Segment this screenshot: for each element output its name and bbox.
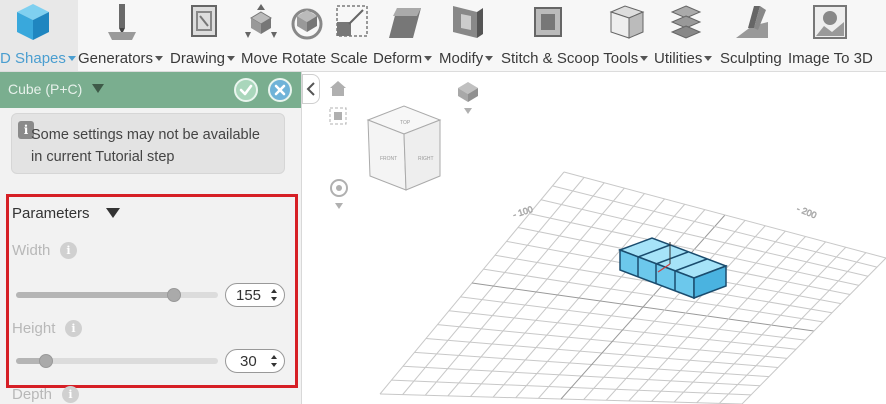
toolbar-utilities-label: Utilities — [654, 50, 713, 67]
height-stepper[interactable]: 30 — [225, 349, 285, 373]
panel-title: Cube (P+C) — [8, 81, 83, 97]
view-cube[interactable]: TOP FRONT RIGHT — [366, 105, 442, 191]
tool-settings-panel: Cube (P+C) i Some settings may not be av… — [0, 72, 302, 404]
confirm-button[interactable] — [234, 78, 258, 102]
toolbar-drawing[interactable]: Drawing — [170, 0, 240, 71]
toolbar-image-to-3d[interactable]: Image To 3D — [788, 0, 886, 71]
sculpting-icon — [736, 6, 768, 38]
toolbar-stitch-scoop[interactable]: Stitch & Scoop Tools — [501, 0, 651, 71]
height-info-icon[interactable]: i — [65, 320, 82, 337]
axis-label-left: - 100 — [512, 204, 535, 220]
cancel-button[interactable] — [268, 78, 292, 102]
panel-collapse-caret-icon[interactable] — [92, 84, 104, 93]
toolbar-move-rotate-scale[interactable]: Move Rotate Scale — [241, 0, 371, 71]
rotate-icon — [291, 8, 323, 40]
toolbar-3d-shapes[interactable]: D Shapes — [0, 0, 78, 71]
width-slider[interactable] — [16, 288, 218, 302]
chevron-left-icon — [306, 82, 315, 96]
drawing-icon — [191, 5, 217, 37]
generators-icon — [108, 4, 136, 40]
perspective-icon[interactable] — [458, 82, 478, 114]
width-value: 155 — [236, 287, 262, 304]
width-slider-fill — [16, 292, 174, 298]
toolbar-modify[interactable]: Modify — [439, 0, 499, 71]
width-stepper[interactable]: 155 — [225, 283, 285, 307]
close-icon — [274, 84, 286, 96]
utilities-icon — [670, 5, 702, 39]
fit-view-icon[interactable] — [329, 107, 347, 125]
toolbar-modify-label: Modify — [439, 50, 494, 67]
toolbar-deform-label: Deform — [373, 50, 433, 67]
deform-icon — [389, 8, 421, 38]
cube-object[interactable] — [617, 237, 729, 300]
width-slider-thumb[interactable] — [166, 288, 181, 302]
height-slider[interactable] — [16, 354, 218, 368]
toolbar-stitch-scoop-label: Stitch & Scoop Tools — [501, 50, 649, 67]
axis-label-right: - 200 — [795, 204, 818, 221]
modify-icon — [453, 6, 483, 38]
width-label: Width — [12, 242, 51, 259]
stepper-arrows-icon[interactable] — [270, 353, 278, 369]
height-value: 30 — [240, 353, 257, 370]
toolbar-generators-label: Generators — [78, 50, 164, 67]
main-toolbar: D Shapes Generators Drawing Move Rotate … — [0, 0, 886, 72]
check-icon — [239, 84, 253, 96]
toolbar-generators[interactable]: Generators — [78, 0, 169, 71]
cube-icon — [17, 4, 49, 40]
toolbar-utilities[interactable]: Utilities — [654, 0, 720, 71]
tutorial-notice: i Some settings may not be available in … — [11, 113, 285, 174]
depth-label: Depth — [12, 386, 53, 403]
ground-grid — [379, 171, 886, 404]
toolbar-3d-shapes-label: D Shapes — [0, 50, 76, 67]
height-label: Height — [12, 320, 56, 337]
view-cube-front-label: FRONT — [380, 156, 397, 162]
grid-line — [552, 185, 878, 268]
depth-info-icon[interactable]: i — [62, 386, 79, 403]
toolbar-move-rotate-scale-label: Move Rotate Scale — [241, 50, 368, 67]
image-to-3d-icon — [813, 5, 847, 39]
home-view-icon[interactable] — [330, 81, 346, 96]
toolbar-sculpting-label: Sculpting — [720, 50, 782, 67]
move-icon — [245, 4, 277, 38]
toolbar-deform[interactable]: Deform — [373, 0, 437, 71]
toolbar-sculpting[interactable]: Sculpting — [720, 0, 788, 71]
scale-icon — [336, 5, 368, 37]
toolbar-drawing-label: Drawing — [170, 50, 236, 67]
grid-line — [563, 171, 886, 259]
scoop-icon — [609, 5, 645, 39]
collapse-panel-button[interactable] — [302, 74, 320, 104]
panel-header: Cube (P+C) — [0, 72, 301, 108]
parameters-title: Parameters — [12, 205, 90, 222]
view-cube-right-label: RIGHT — [418, 156, 434, 162]
toolbar-image-to-3d-label: Image To 3D — [788, 50, 873, 67]
grid-line — [719, 252, 867, 404]
width-info-icon[interactable]: i — [60, 242, 77, 259]
stitch-icon — [534, 7, 562, 37]
view-cube-top-label: TOP — [400, 120, 411, 126]
notice-text: Some settings may not be available in cu… — [31, 127, 260, 165]
parameters-collapse-caret-icon[interactable] — [106, 208, 120, 218]
3d-viewport[interactable]: - 100 - 200 TOP FRONT RIGHT — [302, 72, 886, 404]
orbit-icon[interactable] — [330, 179, 348, 209]
viewport-scene: - 100 - 200 TOP FRONT RIGHT — [329, 81, 886, 404]
stepper-arrows-icon[interactable] — [270, 287, 278, 303]
